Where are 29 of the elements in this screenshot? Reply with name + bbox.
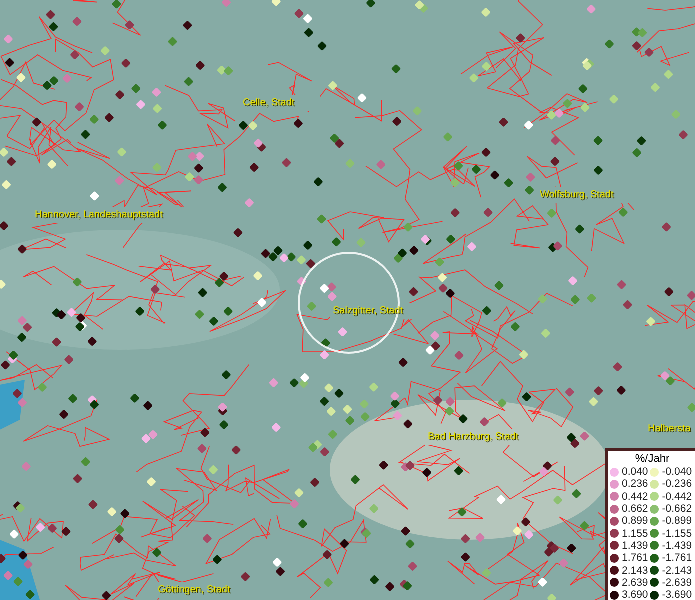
- legend-value: -0.236: [662, 478, 692, 490]
- legend-value: 1.761: [622, 552, 648, 564]
- legend-value: -1.439: [662, 540, 692, 552]
- legend-value: -0.442: [662, 490, 692, 503]
- legend-value: -1.155: [662, 528, 692, 540]
- legend-value: -2.639: [662, 576, 692, 589]
- legend-value: 0.662: [622, 503, 648, 516]
- city-label: Göttingen, Stadt: [158, 584, 230, 596]
- legend-value: -2.143: [662, 564, 692, 577]
- city-label: Halbersta: [648, 424, 691, 434]
- legend-value: -0.040: [662, 466, 692, 478]
- legend-value: 0.899: [622, 515, 648, 528]
- legend-value: 0.040: [622, 466, 648, 478]
- legend-value: 2.639: [622, 576, 648, 589]
- legend-value: 3.690: [622, 589, 648, 600]
- legend-value: -1.761: [662, 552, 692, 564]
- legend-value: -3.690: [662, 589, 692, 600]
- legend-value: -0.662: [662, 503, 692, 516]
- legend-value: 0.442: [622, 490, 648, 503]
- city-label: Bad Harzburg, Stadt: [428, 432, 519, 442]
- city-label: Wolfsburg, Stadt: [540, 190, 614, 200]
- legend-value: 2.143: [622, 564, 648, 577]
- legend-value: 1.155: [622, 528, 648, 540]
- legend-title: %/Jahr: [634, 453, 671, 466]
- city-label: Celle, Stadt: [243, 98, 295, 108]
- legend-value: -0.899: [662, 515, 692, 528]
- city-label: Hannover, Landeshauptstadt: [35, 210, 163, 220]
- legend-value: 0.236: [622, 478, 648, 490]
- legend-value: 1.439: [622, 540, 648, 552]
